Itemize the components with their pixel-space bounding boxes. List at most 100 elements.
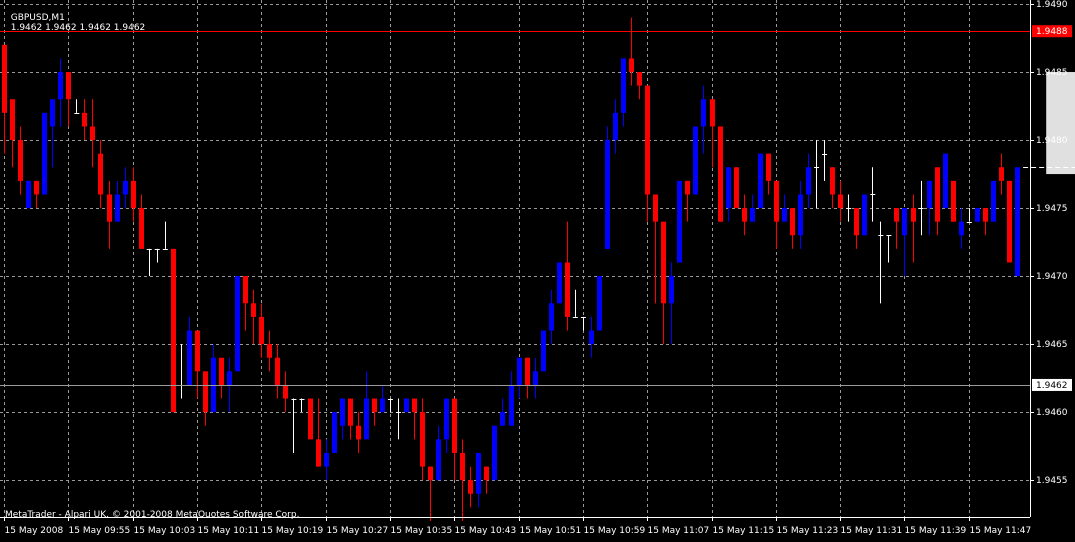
candle-body: [605, 140, 610, 249]
candle-body: [420, 412, 425, 467]
copyright-note: MetaTrader - Alpari UK, © 2001-2008 Meta…: [5, 510, 300, 520]
candle-body: [902, 208, 907, 236]
time-tick-label: 15 May 10:19: [262, 526, 324, 536]
time-tick-label: 15 May 09:55: [69, 526, 131, 536]
candle-body: [18, 140, 23, 181]
candle-body: [195, 330, 200, 372]
candle-body: [935, 167, 940, 222]
candle-body: [275, 357, 280, 385]
candle-body: [131, 180, 136, 209]
candle-body: [806, 167, 811, 195]
candle-body: [356, 425, 361, 440]
candle-body: [557, 262, 562, 304]
candle-body: [211, 357, 216, 413]
candle-body: [364, 398, 369, 440]
price-tick-label: 1.9455: [1036, 476, 1068, 486]
candle-body: [26, 180, 31, 209]
candle-body: [372, 398, 377, 413]
candle-body: [107, 194, 112, 222]
time-tick-label: 15 May 11:47: [970, 526, 1032, 536]
candle-body: [766, 153, 771, 181]
time-tick-label: 15 May 11:39: [905, 526, 967, 536]
time-tick-label: 15 May 11:23: [777, 526, 839, 536]
candle-body: [123, 180, 128, 195]
candle-body: [444, 398, 449, 440]
candle-body: [782, 208, 787, 222]
price-tick-label: 1.9475: [1036, 204, 1068, 214]
candle-body: [90, 126, 95, 141]
candle-body: [621, 58, 626, 113]
time-tick-label: 15 May 10:43: [455, 526, 517, 536]
candle-body: [509, 384, 514, 426]
candle-body: [492, 425, 497, 481]
candle-body: [517, 357, 522, 385]
candle-body: [412, 398, 417, 413]
time-tick-label: 15 May 10:03: [134, 526, 196, 536]
candle-body: [661, 221, 666, 304]
candle-body: [685, 180, 690, 195]
candle-body: [203, 371, 208, 413]
time-tick-label: 15 May 10:35: [391, 526, 453, 536]
candle-body: [484, 466, 489, 481]
candle-body: [267, 344, 272, 358]
price-chart[interactable]: ✓1.94901.94851.94801.94751.94701.94651.9…: [0, 0, 1075, 542]
candle-body: [597, 276, 602, 331]
candle-body: [1015, 167, 1020, 277]
candle-body: [549, 303, 554, 331]
price-tick-label: 1.9485: [1036, 68, 1068, 78]
candle-body: [2, 44, 7, 113]
candle-body: [235, 276, 240, 372]
candle-body: [541, 330, 546, 372]
candle-body: [82, 112, 87, 127]
candle-body: [380, 398, 385, 413]
time-tick-label: 15 May 2008: [5, 526, 64, 536]
candle-body: [790, 208, 795, 236]
candle-body: [50, 99, 55, 127]
candle-body: [348, 398, 353, 426]
candle-body: [894, 208, 899, 222]
candle-body: [533, 371, 538, 385]
selection-rectangle[interactable]: [1046, 72, 1075, 175]
candle-body: [677, 180, 682, 263]
candle-body: [798, 194, 803, 236]
candle-body: [332, 412, 337, 453]
candle-body: [219, 357, 224, 385]
candle-body: [669, 276, 674, 304]
candle-body: [629, 58, 634, 73]
candle-body: [862, 194, 867, 236]
candle-body: [637, 72, 642, 86]
candle-body: [645, 85, 650, 195]
time-tick-label: 15 May 10:59: [584, 526, 646, 536]
candle-body: [460, 452, 465, 481]
candle-body: [436, 439, 441, 481]
candle-body: [324, 452, 329, 467]
candle-body: [710, 99, 715, 127]
candle-body: [927, 180, 932, 209]
candle-body: [854, 208, 859, 236]
candle-body: [701, 99, 706, 127]
candle-body: [613, 112, 618, 141]
candle-body: [943, 153, 948, 209]
candle-body: [774, 180, 779, 222]
candle-body: [404, 398, 409, 413]
candle-body: [653, 194, 658, 222]
ohlc-values: 1.9462 1.9462 1.9462 1.9462: [10, 23, 146, 33]
time-tick-label: 15 May 10:51: [520, 526, 582, 536]
price-tick-label: 1.9460: [1036, 408, 1068, 418]
candle-body: [525, 357, 530, 385]
candle-body: [742, 208, 747, 222]
candle-body: [838, 194, 843, 209]
time-tick-label: 15 May 11:15: [713, 526, 775, 536]
symbol-info: GBPUSD,M1 1.9462 1.9462 1.9462 1.9462: [5, 3, 146, 33]
time-tick-label: 15 May 10:11: [198, 526, 260, 536]
candle-body: [428, 466, 433, 481]
candle-body: [726, 167, 731, 209]
candle-body: [758, 153, 763, 209]
candle-body: [98, 153, 103, 195]
candle-body: [243, 276, 248, 304]
price-tick-label: 1.9470: [1036, 272, 1068, 282]
candle-body: [959, 221, 964, 236]
candle-body: [830, 167, 835, 195]
candle-body: [42, 112, 47, 195]
candle-body: [734, 167, 739, 209]
